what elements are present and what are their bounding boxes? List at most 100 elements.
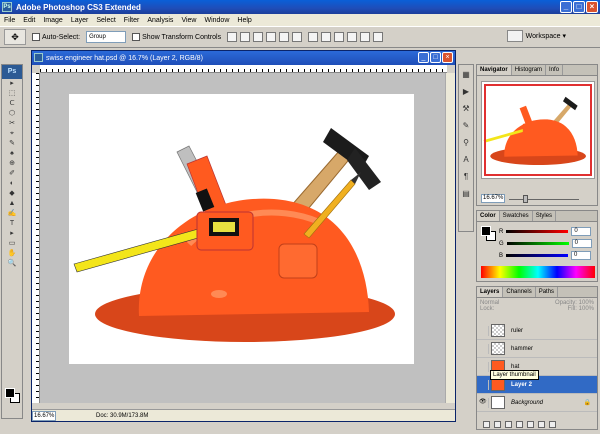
doc-close-button[interactable]: × xyxy=(442,52,453,63)
tab-swatches[interactable]: Swatches xyxy=(500,211,533,221)
tab-navigator[interactable]: Navigator xyxy=(477,65,512,75)
layer-thumbnail[interactable] xyxy=(491,342,505,355)
tab-color[interactable]: Color xyxy=(477,211,500,221)
bridge-icon[interactable] xyxy=(506,30,523,42)
minimize-button[interactable]: _ xyxy=(560,1,572,13)
layer-style-icon[interactable] xyxy=(494,420,501,428)
distribute-left-icon[interactable] xyxy=(347,32,358,42)
path-select-tool-icon[interactable]: ▸ xyxy=(2,229,22,239)
menu-window[interactable]: Window xyxy=(204,17,229,24)
quick-select-tool-icon[interactable]: ⬡ xyxy=(2,109,22,119)
pen-tool-icon[interactable]: ✍ xyxy=(2,209,22,219)
menu-layer[interactable]: Layer xyxy=(71,17,89,24)
new-layer-icon[interactable] xyxy=(538,420,545,428)
align-center-icon[interactable] xyxy=(279,32,290,42)
vertical-ruler[interactable] xyxy=(32,73,40,403)
green-value-field[interactable]: 0 xyxy=(571,239,592,248)
navigator-view-box[interactable] xyxy=(484,84,592,176)
layer-thumbnail[interactable] xyxy=(491,396,505,409)
menu-view[interactable]: View xyxy=(181,17,196,24)
align-bottom-icon[interactable] xyxy=(253,32,264,42)
type-tool-icon[interactable]: T xyxy=(2,219,22,229)
layer-row-hammer[interactable]: hammer xyxy=(477,340,597,358)
adjustment-layer-icon[interactable] xyxy=(516,420,523,428)
crop-tool-icon[interactable]: ✂ xyxy=(2,119,22,129)
eye-icon[interactable]: 👁 xyxy=(479,397,489,408)
align-left-icon[interactable] xyxy=(266,32,277,42)
trash-icon[interactable] xyxy=(549,420,556,428)
layer-row-background[interactable]: 👁 Background 🔒 xyxy=(477,394,597,412)
transform-controls-checkbox[interactable] xyxy=(132,33,141,41)
new-group-icon[interactable] xyxy=(527,420,534,428)
restore-button[interactable]: □ xyxy=(573,1,585,13)
distribute-middle-icon[interactable] xyxy=(321,32,332,42)
document-size-info[interactable]: Doc: 30.9M/173.8M xyxy=(96,413,148,419)
color-spectrum-ramp[interactable] xyxy=(481,266,595,278)
zoom-level-field[interactable]: 16.67% xyxy=(32,410,56,421)
tool-presets-icon[interactable]: ⚒ xyxy=(459,102,473,116)
layer-row-ruler[interactable]: ruler xyxy=(477,322,597,340)
doc-maximize-button[interactable]: □ xyxy=(430,52,441,63)
align-top-icon[interactable] xyxy=(227,32,238,42)
menu-analysis[interactable]: Analysis xyxy=(147,17,173,24)
distribute-right-icon[interactable] xyxy=(373,32,384,42)
menu-file[interactable]: File xyxy=(4,17,15,24)
workspace-menu[interactable]: Workspace ▾ xyxy=(506,30,566,42)
slice-tool-icon[interactable]: ⌖ xyxy=(2,129,22,139)
document-title-bar[interactable]: swiss engineer hat.psd @ 16.7% (Layer 2,… xyxy=(32,51,455,65)
brush-tool-icon[interactable]: ♠ xyxy=(2,149,22,159)
gradient-tool-icon[interactable]: ◆ xyxy=(2,189,22,199)
align-middle-icon[interactable] xyxy=(240,32,251,42)
shape-tool-icon[interactable]: ▭ xyxy=(2,239,22,249)
canvas-area[interactable] xyxy=(40,73,447,403)
clone-source-icon[interactable]: ⚲ xyxy=(459,136,473,150)
menu-select[interactable]: Select xyxy=(96,17,115,24)
tab-histogram[interactable]: Histogram xyxy=(512,65,547,75)
tab-channels[interactable]: Channels xyxy=(503,287,536,297)
color-panel-foreground-swatch[interactable] xyxy=(481,226,491,236)
clone-stamp-tool-icon[interactable]: ⊕ xyxy=(2,159,22,169)
doc-minimize-button[interactable]: _ xyxy=(418,52,429,63)
distribute-top-icon[interactable] xyxy=(308,32,319,42)
hand-tool-icon[interactable]: ✋ xyxy=(2,249,22,259)
image-canvas[interactable] xyxy=(69,94,414,364)
tab-info[interactable]: Info xyxy=(546,65,564,75)
visibility-toggle[interactable] xyxy=(479,361,489,372)
blue-slider[interactable] xyxy=(506,254,569,257)
workspace-label[interactable]: Workspace ▾ xyxy=(526,32,566,40)
red-value-field[interactable]: 0 xyxy=(571,227,592,236)
character-panel-icon[interactable]: A xyxy=(459,153,473,167)
tab-layers[interactable]: Layers xyxy=(477,287,504,297)
auto-select-dropdown[interactable]: Group xyxy=(86,31,127,43)
auto-select-checkbox[interactable] xyxy=(32,33,40,41)
blue-value-field[interactable]: 0 xyxy=(571,251,592,260)
auto-select-option[interactable]: Auto-Select: xyxy=(32,33,80,41)
transform-controls-option[interactable]: Show Transform Controls xyxy=(132,33,221,41)
distribute-center-icon[interactable] xyxy=(360,32,371,42)
menu-image[interactable]: Image xyxy=(43,17,62,24)
move-tool-preset-icon[interactable]: ✥ xyxy=(4,29,26,45)
navigator-zoom-field[interactable]: 16.67% xyxy=(481,194,505,203)
visibility-toggle[interactable] xyxy=(479,379,489,390)
eraser-tool-icon[interactable]: ◐ xyxy=(2,179,22,189)
tab-styles[interactable]: Styles xyxy=(533,211,557,221)
history-brush-tool-icon[interactable]: ✐ xyxy=(2,169,22,179)
marquee-tool-icon[interactable]: ⬚ xyxy=(2,89,22,99)
document-vertical-scrollbar[interactable] xyxy=(445,73,455,403)
green-slider[interactable] xyxy=(506,242,569,245)
align-right-icon[interactable] xyxy=(292,32,303,42)
red-slider[interactable] xyxy=(506,230,569,233)
layer-mask-icon[interactable] xyxy=(505,420,512,428)
fill-field[interactable]: 100% xyxy=(579,306,594,312)
tab-paths[interactable]: Paths xyxy=(536,287,559,297)
menu-edit[interactable]: Edit xyxy=(23,17,35,24)
menu-filter[interactable]: Filter xyxy=(124,17,140,24)
paragraph-panel-icon[interactable]: ¶ xyxy=(459,170,473,184)
history-panel-icon[interactable]: ▦ xyxy=(459,68,473,82)
layer-thumbnail[interactable] xyxy=(491,324,505,337)
zoom-tool-icon[interactable]: 🔍 xyxy=(2,259,22,269)
menu-help[interactable]: Help xyxy=(237,17,251,24)
healing-brush-tool-icon[interactable]: ✎ xyxy=(2,139,22,149)
layer-comps-icon[interactable]: ▤ xyxy=(459,187,473,201)
close-button[interactable]: × xyxy=(586,1,598,13)
